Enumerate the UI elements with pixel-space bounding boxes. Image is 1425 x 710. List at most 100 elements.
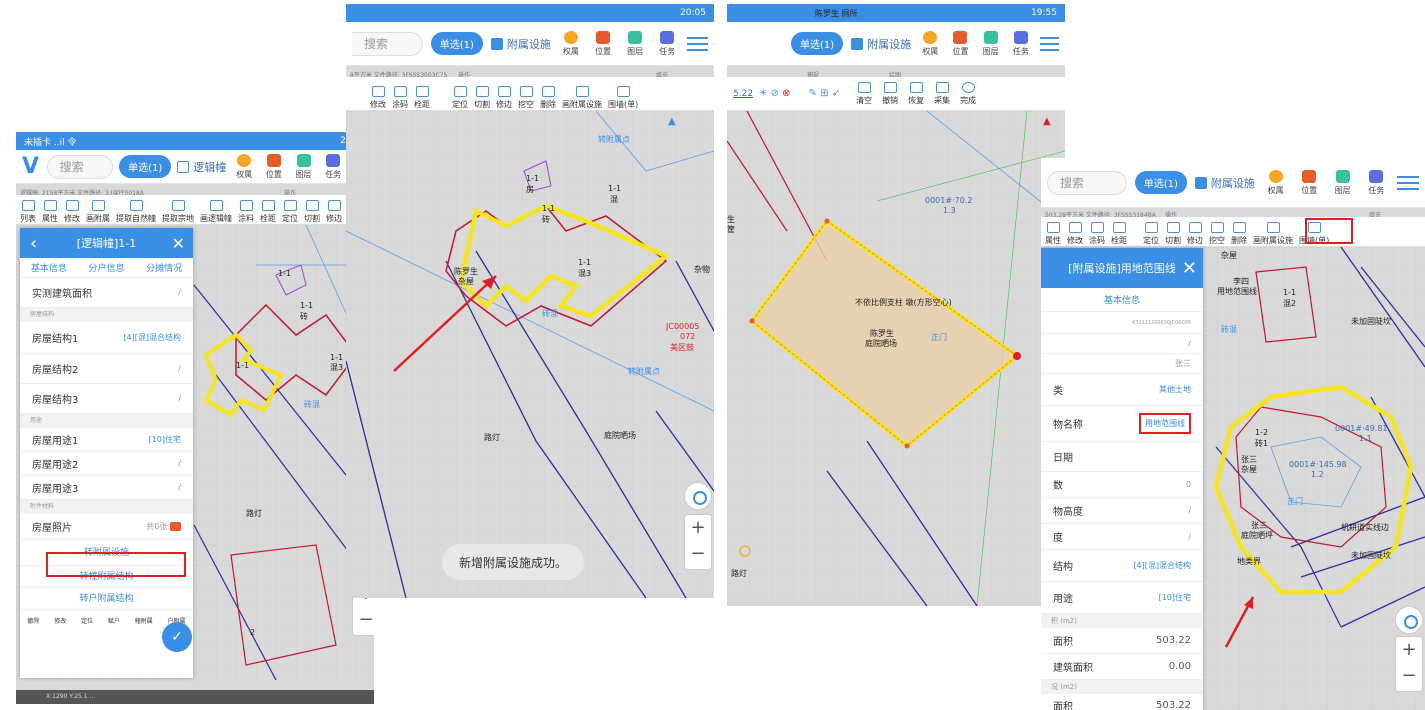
vertex-handle[interactable] bbox=[904, 443, 910, 449]
ownership-button[interactable]: 权属 bbox=[559, 30, 583, 57]
single-select-button[interactable]: 单选(1) bbox=[119, 155, 172, 178]
row-date[interactable]: 日期 bbox=[1041, 442, 1203, 472]
tool-trim[interactable]: 修边 bbox=[1187, 222, 1203, 246]
tool-delete[interactable]: 删除 bbox=[1231, 222, 1247, 246]
menu-icon[interactable] bbox=[1039, 36, 1060, 51]
row-type[interactable]: 类 其他土地 bbox=[1041, 374, 1203, 406]
tool-clear[interactable]: 清空 bbox=[856, 81, 872, 106]
bottom-edit[interactable]: 修改 bbox=[54, 616, 66, 625]
attached-facility-toggle[interactable]: 附属设施 bbox=[1194, 175, 1255, 191]
ownership-button[interactable]: 权属 bbox=[232, 153, 256, 180]
confirm-fab[interactable]: ✓ bbox=[162, 622, 192, 652]
tool-locate[interactable]: 定位 bbox=[282, 200, 298, 224]
vertex-handle[interactable] bbox=[824, 218, 830, 224]
row-area[interactable]: 面积 503.22 bbox=[1041, 628, 1203, 654]
ownership-button[interactable]: 权属 bbox=[919, 30, 941, 57]
location-button[interactable]: 位置 bbox=[949, 30, 971, 57]
row-photo[interactable]: 房屋照片 共0张 bbox=[20, 514, 193, 540]
row-degree[interactable]: 度 / bbox=[1041, 524, 1203, 550]
tool-paint[interactable]: 涂料 bbox=[238, 200, 254, 224]
tool-collect[interactable]: 采集 bbox=[934, 81, 950, 106]
tool-draw-facility[interactable]: 画附属设施 bbox=[1253, 222, 1293, 246]
row-use[interactable]: 用途 [10]住宅 bbox=[1041, 582, 1203, 614]
tool-cut[interactable]: 切割 bbox=[474, 86, 490, 110]
tool-edit[interactable]: 修改 bbox=[64, 200, 80, 224]
attached-facility-toggle[interactable]: 附属设施 bbox=[490, 36, 551, 52]
logic-building-toggle[interactable]: 逻辑幢 bbox=[177, 159, 226, 175]
tab-basic[interactable]: 基本信息 bbox=[1104, 293, 1140, 306]
layers-button[interactable]: 图层 bbox=[623, 30, 647, 57]
tool-edit[interactable]: 修改 bbox=[1067, 222, 1083, 246]
back-icon[interactable]: ‹ bbox=[30, 233, 37, 254]
tab-household[interactable]: 分户信息 bbox=[88, 261, 124, 274]
tool-cut[interactable]: 切割 bbox=[1165, 222, 1181, 246]
row-object-name[interactable]: 物名称 用地范围线 bbox=[1041, 406, 1203, 442]
row-structure[interactable]: 结构 [4][混]混合结构 bbox=[1041, 550, 1203, 582]
map-canvas[interactable] bbox=[727, 111, 1065, 606]
ownership-button[interactable]: 权属 bbox=[1263, 169, 1289, 196]
tool-trim[interactable]: 修边 bbox=[496, 86, 512, 110]
row-use-3[interactable]: 房屋用途3 / bbox=[20, 476, 193, 500]
gps-button[interactable] bbox=[684, 482, 712, 510]
menu-icon[interactable] bbox=[1397, 175, 1419, 190]
single-select-button[interactable]: 单选(1) bbox=[791, 32, 844, 55]
convert-household-structure-button[interactable]: 转户附属结构 bbox=[20, 588, 193, 610]
zoom-control[interactable]: +− bbox=[1395, 636, 1423, 692]
tool-hollow[interactable]: 挖空 bbox=[518, 86, 534, 110]
tab-share[interactable]: 分摊情况 bbox=[146, 261, 182, 274]
row-structure-1[interactable]: 房屋结构1 [4][混]混合结构 bbox=[20, 322, 193, 354]
layers-button[interactable]: 图层 bbox=[1330, 169, 1356, 196]
gps-button[interactable] bbox=[1395, 606, 1423, 634]
row-structure-3[interactable]: 房屋结构3 / bbox=[20, 384, 193, 414]
search-input[interactable]: 搜索 bbox=[352, 31, 423, 56]
row-structure-2[interactable]: 房屋结构2 / bbox=[20, 354, 193, 384]
tool-cut[interactable]: 切割 bbox=[304, 200, 320, 224]
tool-locate[interactable]: 定位 bbox=[452, 86, 468, 110]
tool-delete[interactable]: 删除 bbox=[540, 86, 556, 110]
tool-tie[interactable]: 栓距 bbox=[414, 86, 430, 110]
vertex-handle[interactable] bbox=[1013, 352, 1021, 360]
task-button[interactable]: 任务 bbox=[1364, 169, 1390, 196]
tool-extract-parcel[interactable]: 提取宗地 bbox=[162, 200, 194, 224]
location-button[interactable]: 位置 bbox=[591, 30, 615, 57]
tool-finish[interactable]: 完成 bbox=[960, 81, 976, 106]
vertex-handle[interactable] bbox=[749, 318, 755, 324]
tool-undo[interactable]: 撤销 bbox=[882, 81, 898, 106]
bottom-locate[interactable]: 定位 bbox=[81, 616, 93, 625]
tool-paint[interactable]: 涂码 bbox=[392, 86, 408, 110]
search-input[interactable]: 搜索 bbox=[1047, 170, 1127, 195]
task-button[interactable]: 任务 bbox=[1010, 30, 1032, 57]
tool-attr[interactable]: 属性 bbox=[1045, 222, 1061, 246]
pen-icons[interactable]: ✎ ⊞ ➶ bbox=[809, 88, 841, 99]
row-area-2[interactable]: 面积 503.22 bbox=[1041, 694, 1203, 710]
location-button[interactable]: 位置 bbox=[262, 153, 286, 180]
tool-extract-building[interactable]: 提取自然幢 bbox=[116, 200, 156, 224]
single-select-button[interactable]: 单选(1) bbox=[430, 32, 483, 55]
bottom-delete[interactable]: 撤除 bbox=[27, 616, 39, 625]
row-height[interactable]: 物高度 / bbox=[1041, 498, 1203, 524]
attached-facility-toggle[interactable]: 附属设施 bbox=[851, 36, 911, 52]
row-count[interactable]: 数0 bbox=[1041, 472, 1203, 498]
zoom-control[interactable]: +− bbox=[684, 514, 712, 570]
location-button[interactable]: 位置 bbox=[1296, 169, 1322, 196]
task-button[interactable]: 任务 bbox=[655, 30, 679, 57]
row-use-2[interactable]: 房屋用途2 / bbox=[20, 452, 193, 476]
tool-locate[interactable]: 定位 bbox=[1143, 222, 1159, 246]
tool-paint[interactable]: 涂码 bbox=[1089, 222, 1105, 246]
close-icon[interactable]: ✕ bbox=[172, 234, 185, 253]
tool-tie[interactable]: 栓距 bbox=[1111, 222, 1127, 246]
tool-draw-attached[interactable]: 画附属 bbox=[86, 200, 110, 224]
tool-attr[interactable]: 属性 bbox=[42, 200, 58, 224]
tool-wall-single[interactable]: 围墙(单) bbox=[608, 86, 638, 110]
tool-draw-facility[interactable]: 画附属设施 bbox=[562, 86, 602, 110]
layers-button[interactable]: 图层 bbox=[292, 153, 316, 180]
tool-redo[interactable]: 恢复 bbox=[908, 81, 924, 106]
snap-icons[interactable]: ✳ ⊘ ⊗ bbox=[759, 88, 791, 99]
bottom-assign[interactable]: 赋户 bbox=[108, 616, 120, 625]
tool-edit[interactable]: 修改 bbox=[370, 86, 386, 110]
tool-hollow[interactable]: 挖空 bbox=[1209, 222, 1225, 246]
search-input[interactable]: 搜索 bbox=[46, 154, 114, 179]
row-measured-area[interactable]: 实测建筑面积 / bbox=[20, 278, 193, 308]
layers-button[interactable]: 图层 bbox=[980, 30, 1002, 57]
menu-icon[interactable] bbox=[687, 36, 708, 51]
